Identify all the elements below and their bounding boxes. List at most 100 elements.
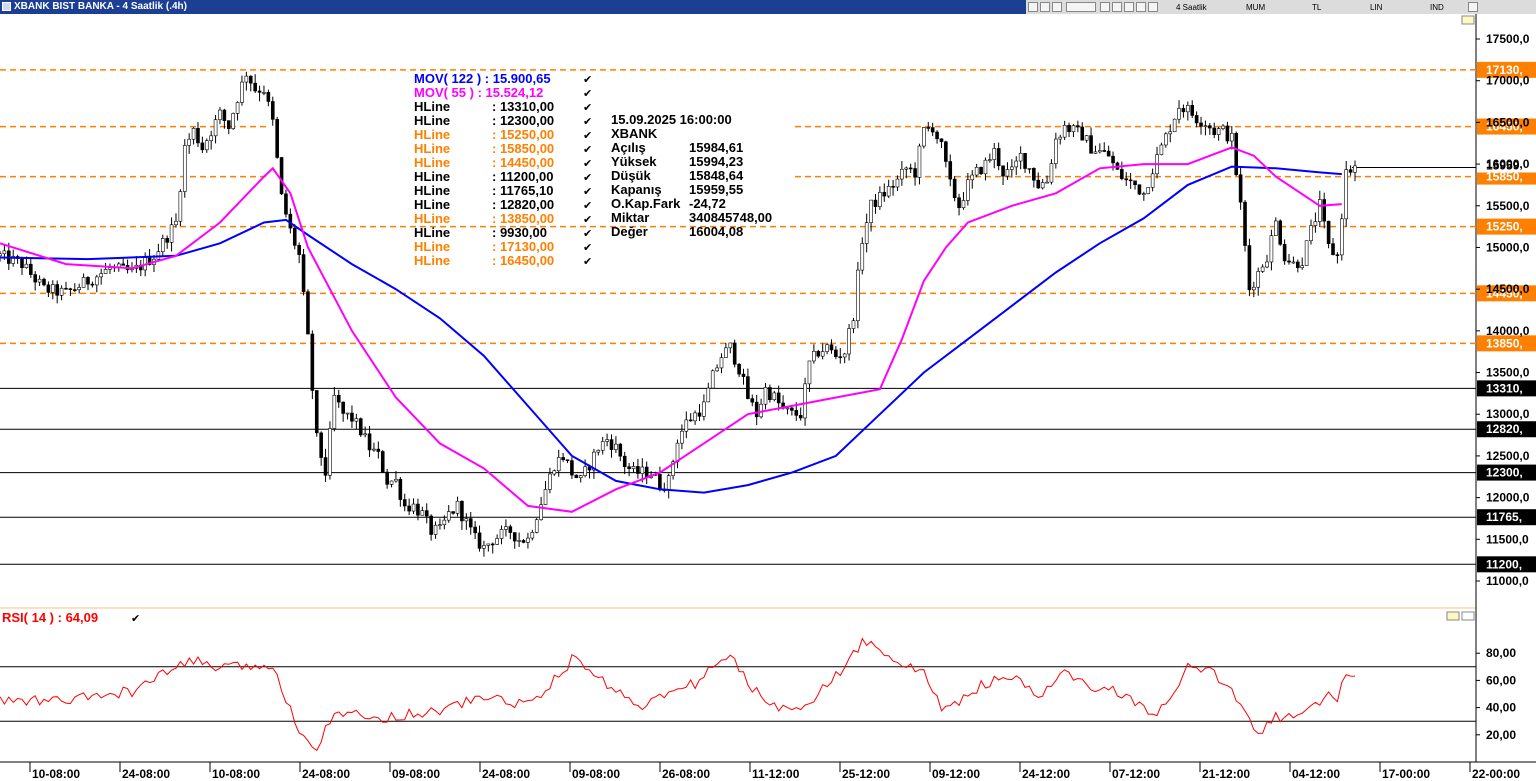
info-value: -24,72: [689, 196, 726, 211]
candle-body: [666, 475, 671, 490]
candle-body: [1049, 163, 1054, 183]
candle-body: [385, 471, 389, 485]
candle-body: [328, 428, 332, 476]
candle-body: [1067, 124, 1071, 132]
candle-body: [1309, 225, 1313, 241]
hline-label-13310: 13310,: [1486, 381, 1523, 395]
candle-body: [1331, 243, 1335, 255]
candle-body: [455, 500, 460, 514]
hline-legend-value: : 14450,00: [492, 155, 554, 170]
candle-body: [561, 457, 565, 460]
hline-legend-value: : 15850,00: [492, 141, 554, 156]
candle-body: [1076, 125, 1080, 128]
candle-body: [609, 439, 614, 450]
candle-body: [979, 166, 983, 175]
candle-body: [50, 284, 55, 293]
info-key: Kapanış: [611, 182, 662, 197]
hline-legend-label: HLine: [414, 113, 450, 128]
hline-label-12300: 12300,: [1486, 466, 1523, 480]
hline-legend-label: HLine: [414, 155, 450, 170]
candle-body: [33, 274, 37, 283]
candle-body: [1296, 261, 1300, 269]
candle-body: [473, 526, 477, 534]
candle-body: [323, 457, 328, 476]
price-tick-label: 14500,0: [1486, 282, 1530, 296]
candle-body: [1335, 254, 1340, 256]
candle-body: [658, 473, 662, 491]
candle-body: [842, 353, 847, 358]
hline-legend-label: HLine: [414, 99, 450, 114]
candle-body: [1137, 184, 1142, 195]
candle-body: [790, 407, 794, 411]
candle-body: [1102, 150, 1107, 152]
hline-legend-label: HLine: [414, 169, 450, 184]
candle-body: [1142, 193, 1146, 195]
candle-body: [424, 510, 429, 517]
candle-body: [301, 254, 306, 293]
candle-body: [1304, 240, 1309, 266]
candle-body: [988, 159, 992, 161]
candle-body: [1098, 150, 1102, 153]
hline-label-13850: 13850,: [1486, 336, 1523, 350]
candle-body: [42, 278, 46, 286]
candle-body: [1247, 245, 1252, 291]
time-tick-label: 10-08:00: [32, 767, 80, 781]
candle-body: [350, 412, 354, 422]
candle-body: [741, 373, 746, 377]
candle-body: [121, 263, 125, 266]
hline-legend-label: HLine: [414, 253, 450, 268]
candle-body: [226, 120, 231, 129]
candle-body: [2, 250, 7, 255]
candle-body: [838, 356, 843, 358]
candle-body: [715, 367, 719, 372]
candle-body: [244, 75, 249, 83]
hline-legend-value: : 13850,00: [492, 211, 554, 226]
legend-check-icon: ✔: [583, 144, 592, 156]
candle-body: [178, 191, 183, 222]
candle-body: [55, 284, 59, 296]
info-key: Yüksek: [611, 154, 657, 169]
candle-body: [306, 291, 310, 335]
candle-body: [213, 119, 218, 137]
candle-body: [574, 474, 579, 479]
legend-check-icon: ✔: [583, 200, 592, 212]
candle-body: [464, 518, 469, 522]
time-tick-label: 09-08:00: [572, 767, 620, 781]
candle-body: [1230, 132, 1234, 142]
candle-body: [1216, 128, 1221, 135]
candle-body: [618, 443, 623, 457]
candle-body: [693, 412, 697, 422]
time-tick-label: 17-00:00: [1382, 767, 1430, 781]
candle-body: [724, 347, 728, 358]
candle-body: [917, 145, 922, 178]
candle-body: [983, 159, 988, 175]
candle-body: [28, 263, 33, 275]
time-tick-label: 24-08:00: [122, 767, 170, 781]
candle-body: [1146, 187, 1151, 194]
candle-body: [794, 410, 799, 416]
candle-body: [477, 532, 482, 549]
candle-body: [869, 199, 873, 224]
info-datetime: 15.09.2025 16:00:00: [611, 112, 732, 127]
candle-body: [94, 276, 99, 286]
candle-body: [1089, 135, 1093, 154]
candle-body: [187, 138, 191, 146]
candle-body: [68, 288, 73, 291]
hline-legend-value: : 16450,00: [492, 253, 554, 268]
chart-canvas: 17130,16450,15850,15250,14450,13850,1331…: [0, 14, 1536, 781]
price-tick-label: 12000,0: [1486, 491, 1530, 505]
candle-body: [1194, 115, 1199, 124]
rsi-legend: RSI( 14 ) : 64,09: [2, 610, 98, 625]
candle-body: [631, 466, 636, 469]
candle-body: [1168, 131, 1173, 135]
candle-body: [204, 140, 209, 151]
candle-body: [913, 168, 917, 178]
candle-body: [1238, 174, 1243, 203]
info-symbol: XBANK: [611, 126, 658, 141]
candle-body: [1291, 261, 1296, 264]
candle-body: [1071, 125, 1076, 132]
candle-body: [851, 320, 856, 329]
candle-body: [970, 174, 975, 181]
legend-check-icon: ✔: [583, 172, 592, 184]
candle-body: [1265, 261, 1269, 268]
